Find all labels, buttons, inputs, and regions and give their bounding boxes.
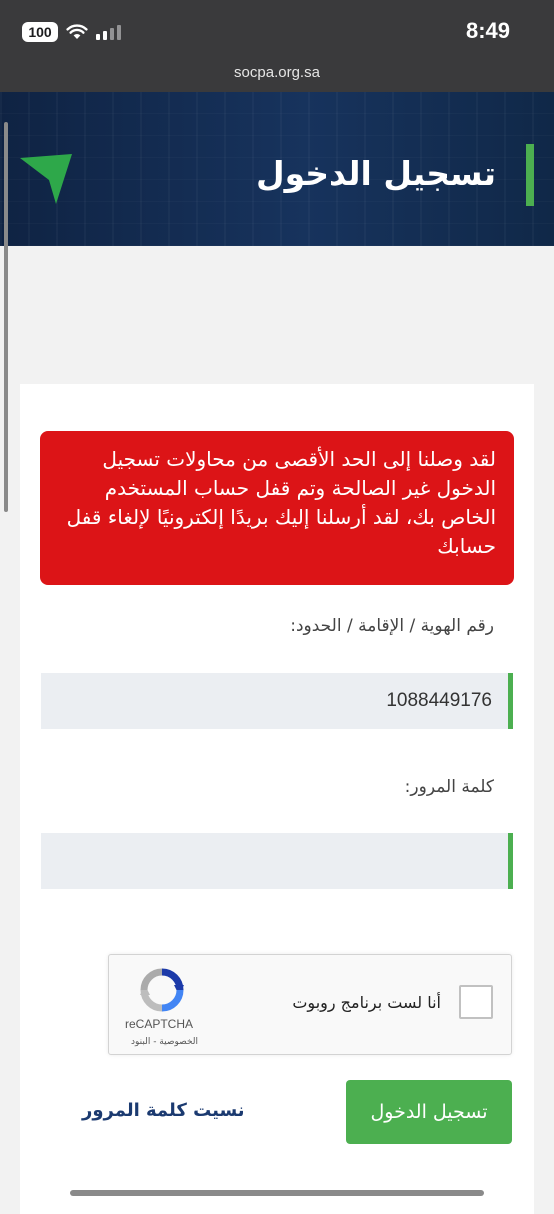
recaptcha-label: أنا لست برنامج روبوت <box>292 993 441 1012</box>
status-bar: 100 8:49 <box>0 0 554 60</box>
id-number-label: رقم الهوية / الإقامة / الحدود: <box>290 616 494 636</box>
battery-indicator: 100 <box>22 22 58 42</box>
password-label: كلمة المرور: <box>404 777 494 797</box>
address-bar[interactable]: socpa.org.sa <box>0 60 554 92</box>
recaptcha-logo-icon <box>140 968 184 1012</box>
forgot-password-link[interactable]: نسيت كلمة المرور <box>82 1100 245 1121</box>
recaptcha-widget: أنا لست برنامج روبوت reCAPTCHA الخصوصية … <box>108 954 512 1055</box>
home-indicator <box>70 1190 484 1196</box>
navigation-arrow-icon[interactable] <box>18 152 78 210</box>
clock: 8:49 <box>465 18 510 43</box>
wifi-icon <box>66 24 88 39</box>
cellular-signal-icon <box>96 24 121 40</box>
recaptcha-brand: reCAPTCHA <box>125 1017 194 1031</box>
page-title: تسجيل الدخول <box>255 154 496 193</box>
scroll-indicator <box>4 122 8 512</box>
recaptcha-privacy-terms-links[interactable]: الخصوصية - البنود <box>131 1037 198 1047</box>
recaptcha-checkbox[interactable] <box>459 985 493 1019</box>
title-accent-bar <box>526 144 534 206</box>
header-banner: تسجيل الدخول <box>0 92 554 246</box>
login-button[interactable]: تسجيل الدخول <box>346 1080 512 1144</box>
error-alert: لقد وصلنا إلى الحد الأقصى من محاولات تسج… <box>40 431 514 585</box>
id-number-input[interactable]: 1088449176 <box>41 673 513 729</box>
password-input[interactable] <box>41 833 513 889</box>
login-card: لقد وصلنا إلى الحد الأقصى من محاولات تسج… <box>20 384 534 1214</box>
